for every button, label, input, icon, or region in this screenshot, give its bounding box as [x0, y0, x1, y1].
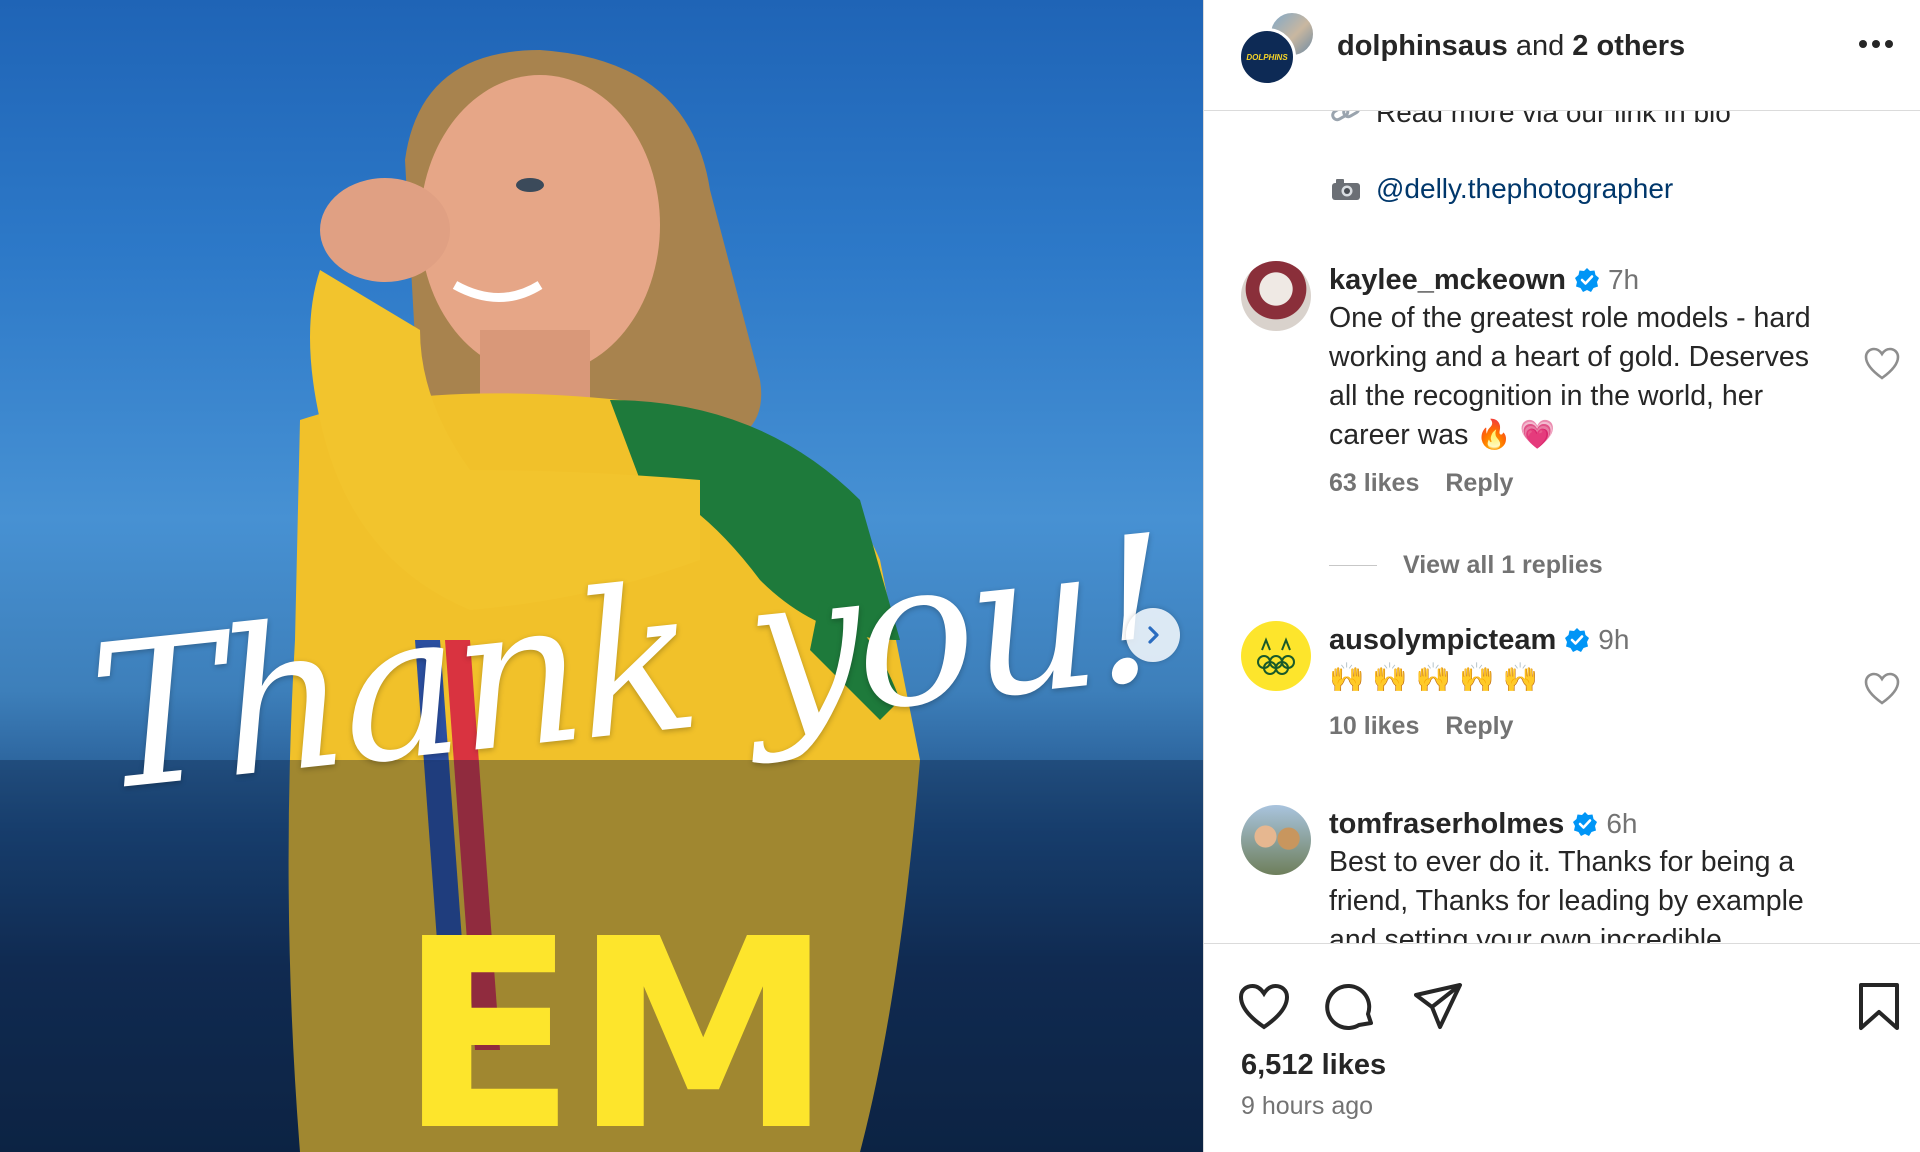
replies-divider	[1329, 565, 1377, 566]
comment-likes[interactable]: 63 likes	[1329, 469, 1419, 498]
heart-icon[interactable]	[1864, 347, 1900, 381]
comment-text: 🙌 🙌 🙌 🙌 🙌	[1329, 662, 1539, 694]
comment-likes[interactable]: 10 likes	[1329, 712, 1419, 741]
comment-time[interactable]: 9h	[1598, 621, 1629, 659]
camera-icon	[1332, 179, 1360, 200]
like-count[interactable]: 6,512 likes	[1241, 1049, 1386, 1082]
send-icon	[1414, 983, 1462, 1029]
dolphinsaus-avatar[interactable]: DOLPHINS	[1238, 28, 1296, 86]
comment-time[interactable]: 7h	[1608, 261, 1639, 299]
comment-username[interactable]: tomfraserholmes	[1329, 805, 1564, 843]
post-media[interactable]: Thank you! EM	[0, 0, 1203, 1152]
heart-icon	[1238, 983, 1290, 1030]
heart-icon[interactable]	[1864, 672, 1900, 706]
comment-text: One of the greatest role models - hard w…	[1329, 302, 1811, 451]
post-timestamp[interactable]: 9 hours ago	[1241, 1092, 1373, 1121]
other-authors-link[interactable]: 2 others	[1572, 30, 1685, 62]
comment-item: kaylee_mckeown 7h One of the greatest ro…	[1204, 261, 1920, 497]
post-authors[interactable]: dolphinsaus and 2 others	[1337, 30, 1685, 63]
verified-badge-icon	[1573, 812, 1598, 836]
caption-line-credit: @delly.thephotographer	[1330, 173, 1673, 205]
save-button[interactable]	[1852, 980, 1906, 1034]
post-header: DOLPHINS dolphinsaus and 2 others	[1204, 0, 1920, 111]
comment-reply-button[interactable]: Reply	[1445, 469, 1513, 498]
comment-reply-button[interactable]: Reply	[1445, 712, 1513, 741]
share-button[interactable]	[1411, 980, 1465, 1034]
view-replies-label: View all 1 replies	[1403, 551, 1603, 579]
more-horizontal-icon	[1859, 40, 1893, 48]
comment-icon	[1325, 984, 1373, 1030]
post-actions: 6,512 likes 9 hours ago	[1204, 943, 1920, 1152]
next-media-button[interactable]	[1126, 608, 1180, 662]
comment-username[interactable]: ausolympicteam	[1329, 621, 1556, 659]
comment-button[interactable]	[1324, 980, 1378, 1034]
verified-badge-icon	[1565, 628, 1590, 652]
post-side-panel: DOLPHINS dolphinsaus and 2 others Read m…	[1203, 0, 1920, 1152]
caption-text: Read more via our link in bio	[1376, 111, 1731, 128]
like-button[interactable]	[1237, 980, 1291, 1034]
authors-joiner: and	[1507, 30, 1573, 62]
caption-line-link: Read more via our link in bio	[1330, 111, 1731, 129]
comment-item: tomfraserholmes 6h Best to ever do it. T…	[1204, 805, 1920, 943]
chevron-right-icon	[1148, 626, 1159, 644]
commenter-avatar[interactable]	[1241, 261, 1311, 331]
photographer-link[interactable]: @delly.thephotographer	[1376, 173, 1673, 205]
commenter-avatar[interactable]	[1241, 805, 1311, 875]
view-replies-button[interactable]: View all 1 replies	[1329, 551, 1603, 580]
comment-item: ausolympicteam 9h 🙌 🙌 🙌 🙌 🙌 10 likes Rep…	[1204, 621, 1920, 751]
olympic-rings-icon	[1257, 637, 1295, 675]
more-options-button[interactable]	[1854, 28, 1898, 60]
overlay-name-text: EM	[398, 883, 834, 1152]
link-icon	[1331, 111, 1361, 122]
comment-username[interactable]: kaylee_mckeown	[1329, 261, 1566, 299]
verified-badge-icon	[1574, 268, 1599, 292]
comments-scroll-area[interactable]: Read more via our link in bio @delly.the…	[1204, 111, 1920, 943]
comment-time[interactable]: 6h	[1606, 805, 1637, 843]
commenter-avatar[interactable]	[1241, 621, 1311, 691]
collab-avatars[interactable]: DOLPHINS	[1238, 10, 1318, 86]
comment-text: Best to ever do it. Thanks for being a f…	[1329, 846, 1804, 943]
author-username[interactable]: dolphinsaus	[1337, 30, 1508, 62]
bookmark-icon	[1859, 983, 1899, 1030]
